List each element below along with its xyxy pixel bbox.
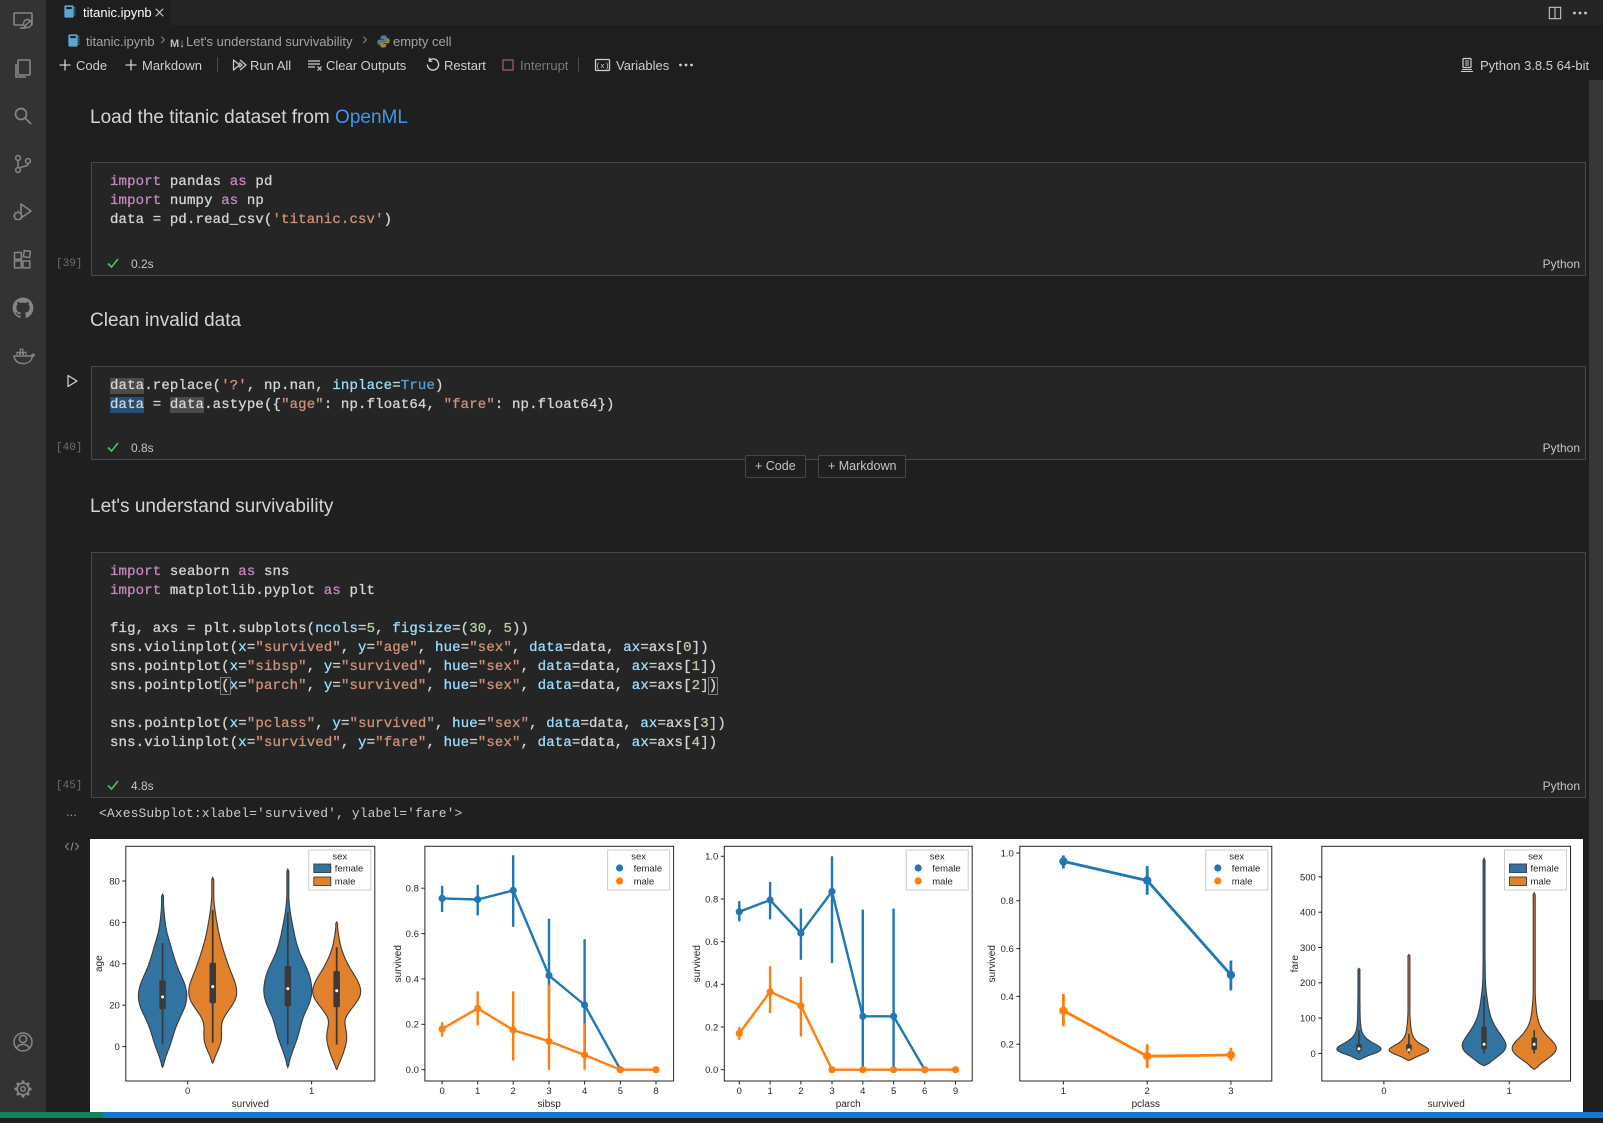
svg-text:sibsp: sibsp	[538, 1099, 562, 1110]
svg-text:0: 0	[1381, 1086, 1386, 1097]
svg-text:0.4: 0.4	[406, 974, 419, 985]
svg-text:3: 3	[1228, 1086, 1233, 1097]
svg-text:0: 0	[439, 1086, 444, 1097]
svg-text:100: 100	[1300, 1014, 1316, 1025]
svg-text:2: 2	[511, 1086, 516, 1097]
svg-text:2: 2	[1145, 1086, 1150, 1097]
svg-text:1: 1	[309, 1086, 314, 1097]
svg-text:200: 200	[1300, 978, 1316, 989]
svg-text:5: 5	[618, 1086, 623, 1097]
svg-text:male: male	[1232, 877, 1253, 888]
svg-text:sex: sex	[631, 852, 646, 863]
svg-text:survived: survived	[692, 945, 703, 982]
svg-text:0.6: 0.6	[705, 937, 718, 948]
svg-text:female: female	[335, 864, 364, 875]
svg-text:0.4: 0.4	[705, 980, 718, 991]
svg-text:8: 8	[653, 1086, 658, 1097]
svg-text:1: 1	[767, 1086, 772, 1097]
svg-text:parch: parch	[836, 1099, 861, 1110]
svg-text:3: 3	[829, 1086, 834, 1097]
svg-text:0.0: 0.0	[705, 1065, 718, 1076]
svg-text:sex: sex	[1229, 852, 1244, 863]
svg-text:female: female	[932, 864, 961, 875]
svg-text:male: male	[634, 877, 655, 888]
svg-text:60: 60	[109, 918, 120, 929]
svg-text:4: 4	[582, 1086, 587, 1097]
svg-text:0.2: 0.2	[705, 1022, 718, 1033]
svg-text:male: male	[1531, 877, 1552, 888]
svg-text:0: 0	[115, 1042, 120, 1053]
svg-text:0.8: 0.8	[705, 894, 718, 905]
svg-text:fare: fare	[1290, 955, 1301, 973]
svg-text:0: 0	[737, 1086, 742, 1097]
svg-text:400: 400	[1300, 908, 1316, 919]
svg-text:female: female	[1232, 864, 1261, 875]
svg-text:0.0: 0.0	[406, 1065, 419, 1076]
svg-text:5: 5	[891, 1086, 896, 1097]
svg-text:9: 9	[953, 1086, 958, 1097]
svg-text:0.2: 0.2	[406, 1020, 419, 1031]
svg-text:survived: survived	[393, 945, 404, 982]
svg-text:0: 0	[185, 1086, 190, 1097]
svg-text:male: male	[932, 877, 953, 888]
svg-text:0.4: 0.4	[1001, 992, 1014, 1003]
svg-text:0.8: 0.8	[1001, 896, 1014, 907]
svg-text:20: 20	[109, 1001, 120, 1012]
svg-text:0: 0	[1311, 1049, 1316, 1060]
svg-text:1: 1	[1507, 1086, 1512, 1097]
svg-text:sex: sex	[332, 852, 347, 863]
svg-text:survived: survived	[987, 945, 998, 982]
svg-text:2: 2	[798, 1086, 803, 1097]
svg-text:1: 1	[1061, 1086, 1066, 1097]
svg-text:300: 300	[1300, 943, 1316, 954]
svg-text:survived: survived	[232, 1099, 269, 1110]
svg-text:age: age	[94, 955, 105, 972]
svg-text:pclass: pclass	[1132, 1099, 1160, 1110]
svg-text:female: female	[1531, 864, 1560, 875]
svg-text:sex: sex	[930, 852, 945, 863]
svg-text:0.6: 0.6	[406, 929, 419, 940]
svg-text:1: 1	[475, 1086, 480, 1097]
svg-text:3: 3	[546, 1086, 551, 1097]
svg-text:80: 80	[109, 876, 120, 887]
svg-text:sex: sex	[1528, 852, 1543, 863]
svg-text:0.8: 0.8	[406, 884, 419, 895]
svg-text:6: 6	[922, 1086, 927, 1097]
svg-text:1.0: 1.0	[705, 852, 718, 863]
svg-text:500: 500	[1300, 872, 1316, 883]
svg-text:0.2: 0.2	[1001, 1040, 1014, 1051]
svg-text:(x): (x)	[596, 63, 610, 71]
svg-text:4: 4	[860, 1086, 865, 1097]
svg-text:female: female	[634, 864, 663, 875]
svg-text:0.6: 0.6	[1001, 944, 1014, 955]
svg-text:survived: survived	[1428, 1099, 1465, 1110]
svg-text:1.0: 1.0	[1001, 848, 1014, 859]
svg-text:40: 40	[109, 959, 120, 970]
svg-text:male: male	[335, 877, 356, 888]
